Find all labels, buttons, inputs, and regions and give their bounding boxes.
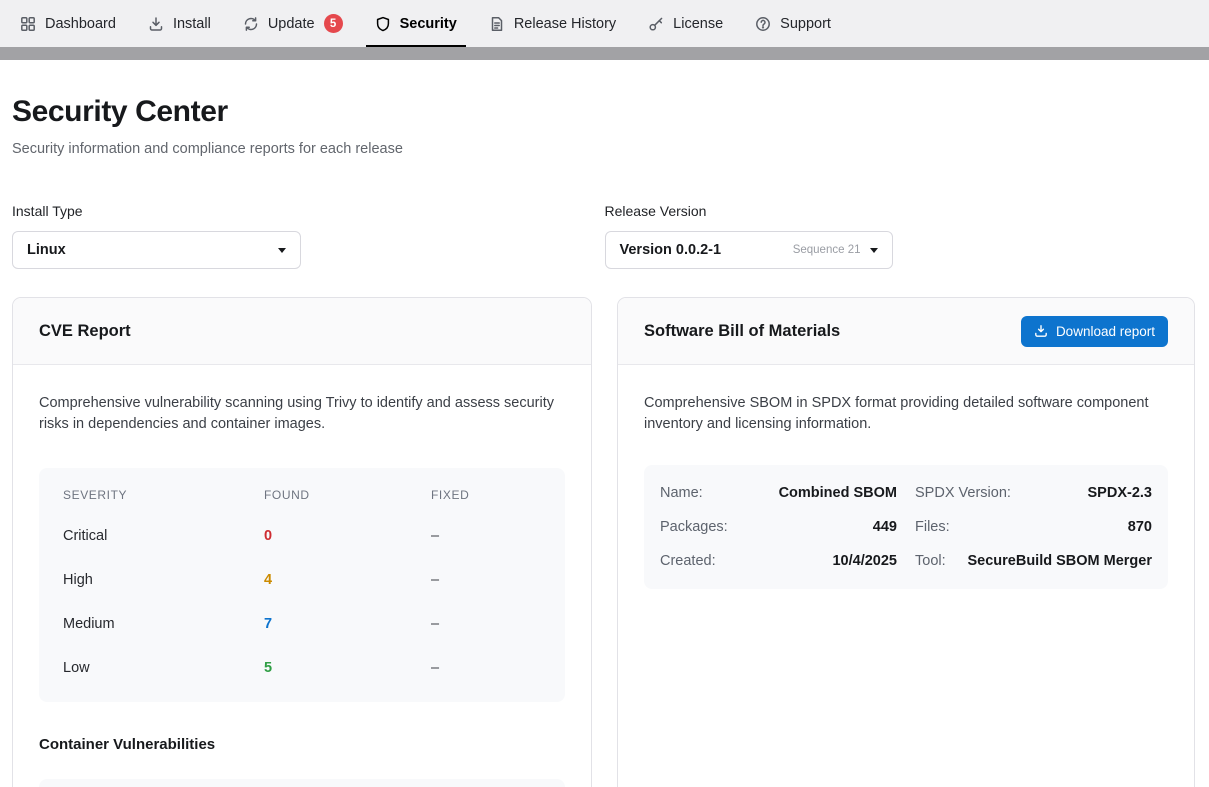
severity-table: SEVERITY FOUND FIXED Critical 0 – High 4…: [39, 468, 565, 702]
fixed-count: –: [431, 528, 541, 544]
nav-label: License: [673, 16, 723, 32]
nav-label: Release History: [514, 16, 616, 32]
sbom-row: Packages: 449 Files: 870: [660, 510, 1152, 544]
cve-description: Comprehensive vulnerability scanning usi…: [39, 393, 565, 435]
sbom-description: Comprehensive SBOM in SPDX format provid…: [644, 393, 1168, 435]
report-cards: CVE Report Comprehensive vulnerability s…: [12, 297, 1197, 787]
severity-label: Critical: [63, 528, 264, 544]
sbom-field-created: Created: 10/4/2025: [660, 553, 897, 569]
nav-tab-security[interactable]: Security: [359, 0, 473, 47]
found-count: 5: [264, 660, 431, 676]
sbom-field-spdx-version: SPDX Version: SPDX-2.3: [915, 485, 1152, 501]
nav-label: Install: [173, 16, 211, 32]
column-header-fixed: FIXED: [431, 488, 541, 502]
install-type-label: Install Type: [12, 203, 605, 219]
fixed-count: –: [431, 660, 541, 676]
nav-tab-install[interactable]: Install: [132, 0, 227, 47]
fixed-count: –: [431, 616, 541, 632]
update-count-badge: 5: [324, 14, 343, 33]
sbom-field-name: Name: Combined SBOM: [660, 485, 897, 501]
filters-row: Install Type Linux Release Version Versi…: [12, 203, 1197, 269]
nav-tab-dashboard[interactable]: Dashboard: [4, 0, 132, 47]
cve-report-card: CVE Report Comprehensive vulnerability s…: [12, 297, 592, 787]
column-header-severity: SEVERITY: [63, 488, 264, 502]
cve-card-body: Comprehensive vulnerability scanning usi…: [13, 365, 591, 787]
sbom-card-body: Comprehensive SBOM in SPDX format provid…: [618, 365, 1194, 617]
release-history-document-icon: [489, 16, 505, 32]
install-type-value: Linux: [27, 242, 66, 258]
nav-label: Update: [268, 16, 315, 32]
nav-label: Support: [780, 16, 831, 32]
severity-label: Medium: [63, 616, 264, 632]
container-vulnerabilities-table-header: NAME FOUND FIXED: [39, 779, 565, 787]
download-report-label: Download report: [1056, 324, 1155, 339]
field-value: Combined SBOM: [769, 485, 897, 501]
fixed-count: –: [431, 572, 541, 588]
severity-label: High: [63, 572, 264, 588]
found-count: 0: [264, 528, 431, 544]
release-version-value: Version 0.0.2-1: [620, 242, 722, 258]
page-title: Security Center: [12, 95, 1197, 129]
release-sequence-text: Sequence 21: [793, 244, 861, 256]
install-type-select[interactable]: Linux: [12, 231, 301, 269]
dashboard-grid-icon: [20, 16, 36, 32]
top-navigation: Dashboard Install Update 5 Security Rele…: [0, 0, 1209, 47]
sbom-info-table: Name: Combined SBOM SPDX Version: SPDX-2…: [644, 465, 1168, 589]
container-vulnerabilities-title: Container Vulnerabilities: [39, 736, 565, 753]
nav-tab-release-history[interactable]: Release History: [473, 0, 632, 47]
release-version-select[interactable]: Version 0.0.2-1 Sequence 21: [605, 231, 893, 269]
install-download-icon: [148, 16, 164, 32]
security-shield-icon: [375, 16, 391, 32]
severity-row-medium: Medium 7 –: [39, 602, 565, 646]
page-subtitle: Security information and compliance repo…: [12, 141, 1197, 157]
license-key-icon: [648, 16, 664, 32]
release-version-filter: Release Version Version 0.0.2-1 Sequence…: [605, 203, 1198, 269]
column-header-found: FOUND: [264, 488, 431, 502]
nav-tab-license[interactable]: License: [632, 0, 739, 47]
field-label: Name:: [660, 485, 703, 501]
chevron-down-icon: [278, 248, 286, 253]
download-report-button[interactable]: Download report: [1021, 316, 1168, 347]
install-type-filter: Install Type Linux: [12, 203, 605, 269]
field-value: 449: [863, 519, 897, 535]
sbom-row: Name: Combined SBOM SPDX Version: SPDX-2…: [660, 476, 1152, 510]
field-label: Packages:: [660, 519, 728, 535]
field-label: Tool:: [915, 553, 946, 569]
field-value: 10/4/2025: [822, 553, 897, 569]
field-label: Created:: [660, 553, 716, 569]
field-value: SecureBuild SBOM Merger: [957, 553, 1152, 569]
nav-tab-support[interactable]: Support: [739, 0, 847, 47]
nav-tab-update[interactable]: Update 5: [227, 0, 359, 47]
sbom-field-packages: Packages: 449: [660, 519, 897, 535]
severity-row-critical: Critical 0 –: [39, 514, 565, 558]
sbom-row: Created: 10/4/2025 Tool: SecureBuild SBO…: [660, 544, 1152, 578]
page-divider-band: [0, 47, 1209, 60]
field-value: SPDX-2.3: [1078, 485, 1152, 501]
field-label: Files:: [915, 519, 950, 535]
update-refresh-icon: [243, 16, 259, 32]
sbom-field-tool: Tool: SecureBuild SBOM Merger: [915, 553, 1152, 569]
severity-row-low: Low 5 –: [39, 646, 565, 690]
chevron-down-icon: [870, 248, 878, 253]
sbom-card: Software Bill of Materials Download repo…: [617, 297, 1195, 787]
sbom-card-header: Software Bill of Materials Download repo…: [618, 298, 1194, 365]
found-count: 7: [264, 616, 431, 632]
sbom-card-title: Software Bill of Materials: [644, 322, 840, 341]
found-count: 4: [264, 572, 431, 588]
nav-label: Security: [400, 16, 457, 32]
release-version-label: Release Version: [605, 203, 1198, 219]
cve-card-header: CVE Report: [13, 298, 591, 365]
severity-row-high: High 4 –: [39, 558, 565, 602]
download-icon: [1034, 324, 1048, 338]
severity-table-header: SEVERITY FOUND FIXED: [39, 476, 565, 514]
nav-label: Dashboard: [45, 16, 116, 32]
sbom-field-files: Files: 870: [915, 519, 1152, 535]
main-content: Security Center Security information and…: [0, 95, 1209, 787]
severity-label: Low: [63, 660, 264, 676]
support-help-icon: [755, 16, 771, 32]
field-value: 870: [1118, 519, 1152, 535]
field-label: SPDX Version:: [915, 485, 1011, 501]
cve-card-title: CVE Report: [39, 322, 131, 341]
